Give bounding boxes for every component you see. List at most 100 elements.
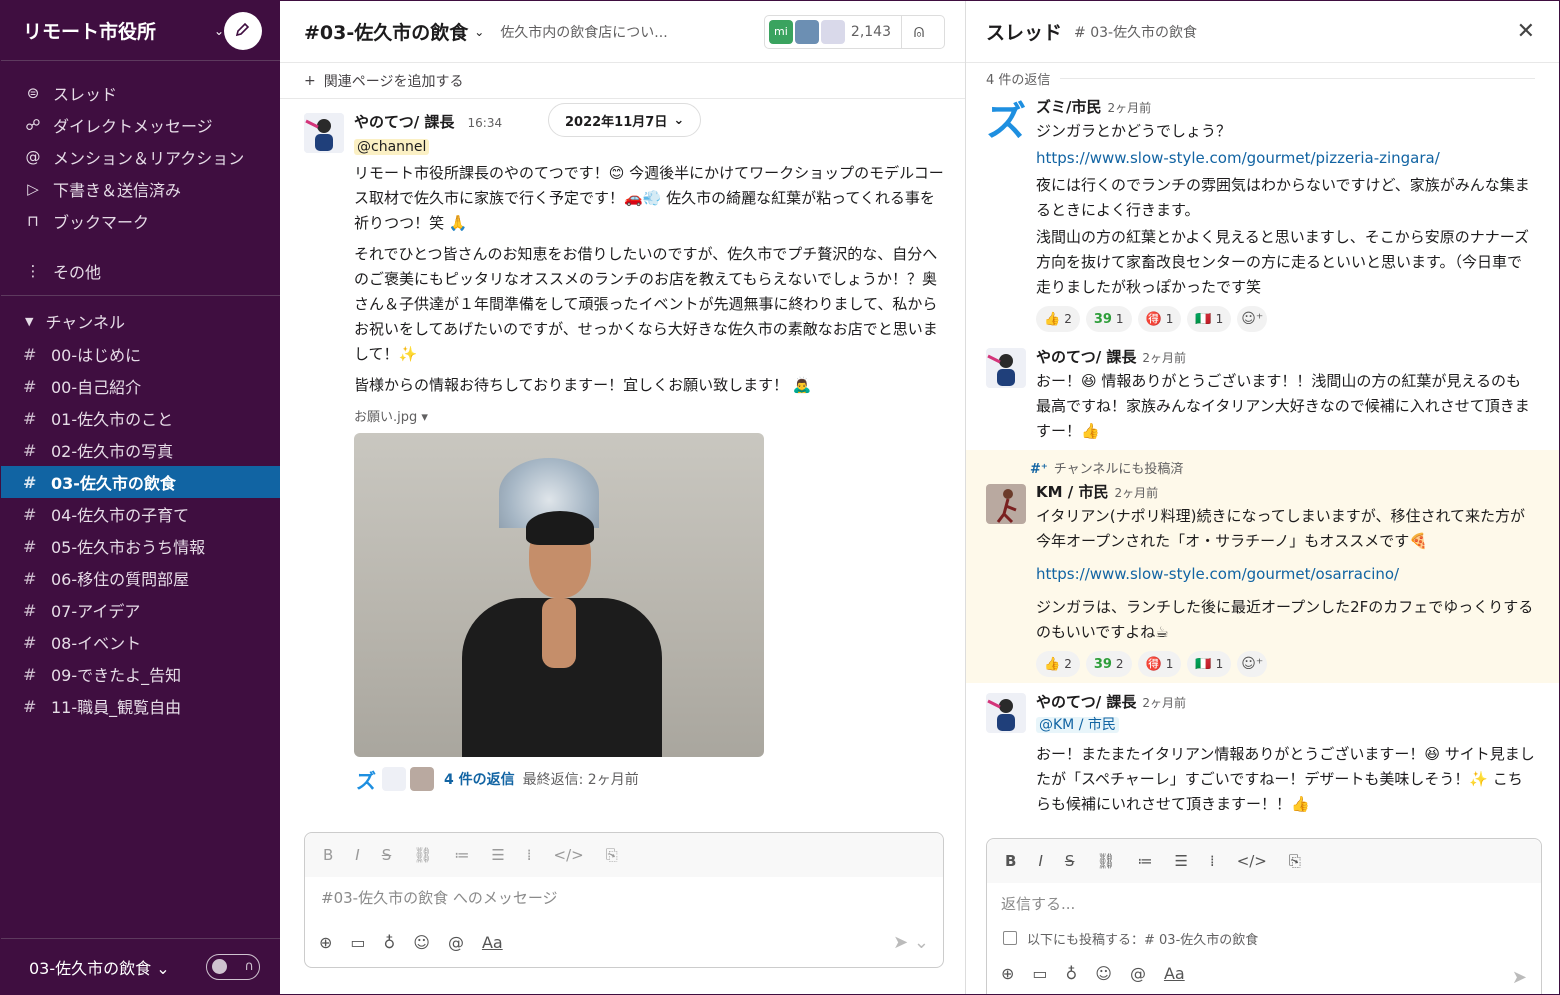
message-timestamp[interactable]: 2ヶ月前 xyxy=(1114,486,1158,500)
avatar[interactable]: ズ xyxy=(986,98,1026,138)
message[interactable]: 2022年11月7日 ⌄ やのてつ/ 課長 16:34 @channel リモート… xyxy=(280,99,965,793)
reaction-pill[interactable]: 👍 2 xyxy=(1036,306,1080,332)
sidebar-item-drafts[interactable]: ▷ 下書き＆送信済み xyxy=(1,173,280,205)
message-author[interactable]: やのてつ/ 課長 xyxy=(1036,693,1136,711)
code-block-icon[interactable]: ⎘ xyxy=(1289,852,1301,870)
sidebar-item-dms[interactable]: ☍ ダイレクトメッセージ xyxy=(1,109,280,141)
thread-reply[interactable]: やのてつ/ 課長 2ヶ月前 おー！😆 情報ありがとうございます！！浅間山の方の紅葉… xyxy=(966,338,1559,450)
reaction-pill[interactable]: 39 1 xyxy=(1085,306,1132,332)
emoji-icon[interactable]: ☺ xyxy=(413,933,430,952)
message-timestamp[interactable]: 2ヶ月前 xyxy=(1142,351,1186,365)
user-mention[interactable]: @KM / 市民 xyxy=(1036,717,1119,733)
avatar[interactable] xyxy=(304,113,344,153)
channel-mention[interactable]: @channel xyxy=(354,139,430,155)
at-icon[interactable]: @ xyxy=(448,933,464,952)
reply-count-link[interactable]: 4 件の返信 xyxy=(444,769,515,789)
close-icon[interactable]: ✕ xyxy=(1517,19,1535,44)
message-timestamp[interactable]: 2ヶ月前 xyxy=(1107,101,1151,115)
code-block-icon[interactable]: ⎘ xyxy=(606,846,618,864)
blockquote-icon[interactable]: ⁞ xyxy=(1210,852,1215,870)
format-text-button[interactable]: Aa xyxy=(1164,964,1185,983)
add-member-icon[interactable]: ⍝ xyxy=(902,21,936,42)
bullet-list-icon[interactable]: ☰ xyxy=(491,846,504,864)
emoji-icon[interactable]: ☺ xyxy=(1095,964,1112,983)
message-author[interactable]: やのてつ/ 課長 xyxy=(1036,348,1136,366)
also-send-to-channel[interactable]: 以下にも投稿する：# 03-佐久市の飲食 xyxy=(987,923,1541,953)
strike-icon[interactable]: S xyxy=(1065,852,1075,870)
date-divider-pill[interactable]: 2022年11月7日 ⌄ xyxy=(548,103,702,137)
message-input[interactable]: #03-佐久市の飲食 へのメッセージ xyxy=(305,877,943,917)
sidebar-item-channel[interactable]: #01-佐久市のこと xyxy=(1,402,280,434)
video-icon[interactable]: ▭ xyxy=(350,933,365,952)
video-icon[interactable]: ▭ xyxy=(1032,964,1047,983)
sidebar-item-channel[interactable]: #06-移住の質問部屋 xyxy=(1,562,280,594)
code-icon[interactable]: </> xyxy=(1237,852,1267,870)
chevron-down-icon[interactable]: ⌄ xyxy=(474,25,484,39)
sidebar-item-channel[interactable]: #00-はじめに xyxy=(1,338,280,370)
bold-icon[interactable]: B xyxy=(323,846,333,864)
reaction-pill[interactable]: 39 2 xyxy=(1085,651,1132,677)
message-link[interactable]: https://www.slow-style.com/gourmet/osarr… xyxy=(1036,562,1535,587)
bold-icon[interactable]: B xyxy=(1005,852,1016,870)
workspace-name[interactable]: リモート市役所 xyxy=(23,17,210,44)
message-author[interactable]: ズミ/市民 xyxy=(1036,98,1101,116)
italic-icon[interactable]: I xyxy=(355,846,359,864)
sidebar-item-channel[interactable]: #04-佐久市の子育て xyxy=(1,498,280,530)
italic-icon[interactable]: I xyxy=(1038,852,1042,870)
microphone-icon[interactable]: ♁ xyxy=(384,933,396,952)
reaction-pill[interactable]: 🇮🇹 1 xyxy=(1187,306,1232,332)
strike-icon[interactable]: S xyxy=(382,846,392,864)
sidebar-item-threads[interactable]: ⊜ スレッド xyxy=(1,77,280,109)
link-icon[interactable]: ⛓ xyxy=(1096,852,1115,870)
sidebar-item-channel[interactable]: #07-アイデア xyxy=(1,594,280,626)
channel-title[interactable]: #03-佐久市の飲食 xyxy=(304,18,468,45)
message-timestamp[interactable]: 16:34 xyxy=(468,116,503,130)
bookmark-bar[interactable]: + 関連ページを追加する xyxy=(280,63,965,99)
attachment-image[interactable] xyxy=(354,433,764,757)
member-list-button[interactable]: mi 2,143 ⍝ xyxy=(763,14,945,49)
plus-icon[interactable]: ⊕ xyxy=(1001,964,1014,983)
sidebar-item-channel[interactable]: #02-佐久市の写真 xyxy=(1,434,280,466)
channel-topic[interactable]: 佐久市内の飲食店につい... xyxy=(500,22,764,42)
thread-replies-summary[interactable]: ズ 4 件の返信 最終返信: 2ヶ月前 xyxy=(354,767,945,793)
sidebar-item-channel-active[interactable]: #03-佐久市の飲食 xyxy=(1,466,280,498)
code-icon[interactable]: </> xyxy=(554,846,584,864)
at-icon[interactable]: @ xyxy=(1130,964,1146,983)
sidebar-item-channel[interactable]: #08-イベント xyxy=(1,626,280,658)
huddle-toggle[interactable]: ∩ xyxy=(206,953,260,980)
reaction-pill[interactable]: 👍 2 xyxy=(1036,651,1080,677)
reaction-pill[interactable]: 🉐 1 xyxy=(1137,651,1182,677)
format-text-button[interactable]: Aa xyxy=(482,933,503,952)
message-author[interactable]: KM / 市民 xyxy=(1036,483,1108,501)
thread-reply[interactable]: ズ ズミ/市民 2ヶ月前 ジンガラとかどうでしょう？ https://www.sl… xyxy=(966,88,1559,338)
message-timestamp[interactable]: 2ヶ月前 xyxy=(1142,696,1186,710)
attachment-filename[interactable]: お願い.jpg ▾ xyxy=(354,406,945,425)
sidebar-item-channel[interactable]: #11-職員_観覧自由 xyxy=(1,690,280,722)
thread-reply[interactable]: やのてつ/ 課長 2ヶ月前 @KM / 市民 おー！またまたイタリアン情報ありがと… xyxy=(966,683,1559,823)
sidebar-item-channel[interactable]: #09-できたよ_告知 xyxy=(1,658,280,690)
huddle-channel[interactable]: 03-佐久市の飲食 ⌄ xyxy=(29,955,206,979)
reaction-pill[interactable]: 🇮🇹 1 xyxy=(1187,651,1232,677)
sidebar-item-channel[interactable]: #05-佐久市おうち情報 xyxy=(1,530,280,562)
thread-reply-highlighted[interactable]: #⁺ チャンネルにも投稿済 KM / 市民 2ヶ月前 イタリアン(ナポリ料理)続きに… xyxy=(966,450,1559,683)
reaction-pill[interactable]: 🉐 1 xyxy=(1137,306,1182,332)
link-icon[interactable]: ⛓ xyxy=(413,846,432,864)
avatar[interactable] xyxy=(986,693,1026,733)
add-reaction-icon[interactable]: ☺⁺ xyxy=(1237,306,1268,332)
ordered-list-icon[interactable]: ≔ xyxy=(1137,852,1152,870)
sidebar-item-mentions[interactable]: @ メンション＆リアクション xyxy=(1,141,280,173)
thread-channel[interactable]: # 03-佐久市の飲食 xyxy=(1074,22,1517,42)
sidebar-item-channel[interactable]: #00-自己紹介 xyxy=(1,370,280,402)
blockquote-icon[interactable]: ⁞ xyxy=(527,846,532,864)
workspace-header[interactable]: リモート市役所 ⌄ xyxy=(1,1,280,61)
bullet-list-icon[interactable]: ☰ xyxy=(1174,852,1187,870)
sidebar-item-more[interactable]: ⋮ その他 xyxy=(1,255,280,287)
microphone-icon[interactable]: ♁ xyxy=(1066,964,1078,983)
chevron-down-icon[interactable]: ⌄ xyxy=(214,24,224,38)
avatar[interactable] xyxy=(986,484,1026,524)
send-icon[interactable]: ➤ ⌄ xyxy=(893,932,929,953)
reply-input[interactable]: 返信する... xyxy=(987,883,1541,923)
channels-section-header[interactable]: ▼ チャンネル xyxy=(1,304,280,338)
message-link[interactable]: https://www.slow-style.com/gourmet/pizze… xyxy=(1036,146,1535,171)
checkbox[interactable] xyxy=(1003,931,1017,945)
